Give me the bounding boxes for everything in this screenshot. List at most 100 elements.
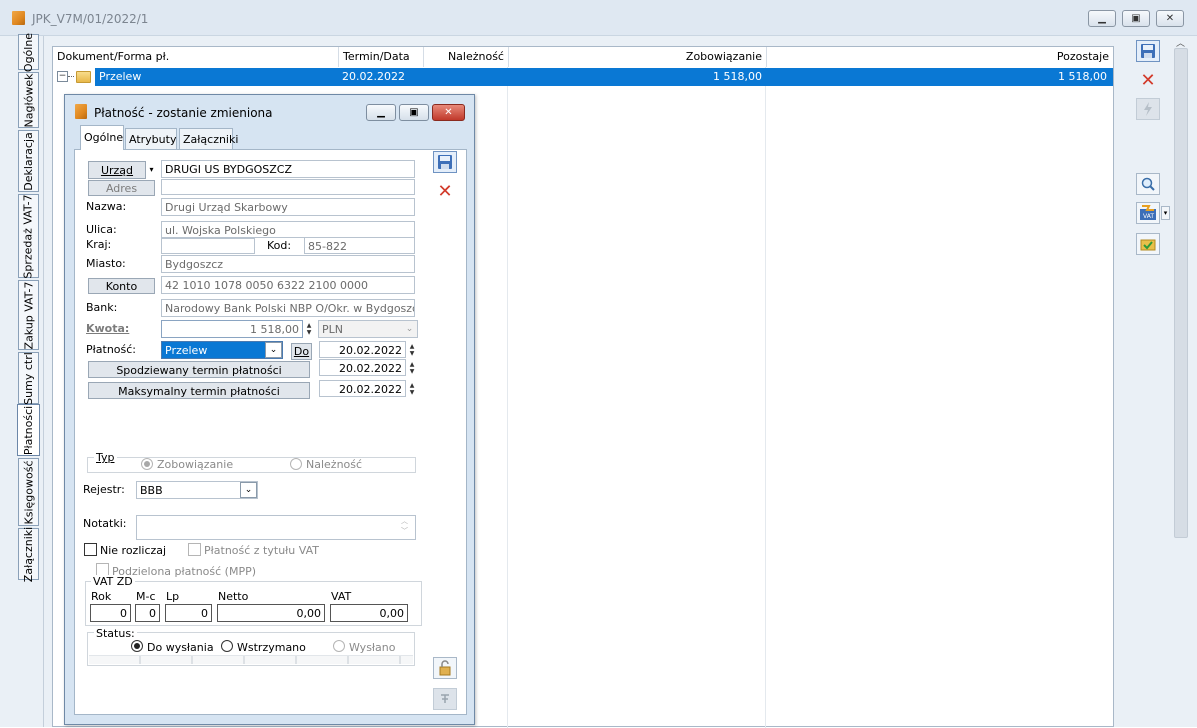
adres-button[interactable]: Adres — [88, 180, 155, 196]
status-wstrzymano-radio[interactable] — [221, 640, 233, 652]
kwota-label: Kwota: — [86, 322, 130, 335]
typ-zobowiazanie-label: Zobowiązanie — [157, 458, 234, 471]
miasto-field[interactable]: Bydgoszcz — [161, 255, 415, 273]
rejestr-dropdown-arrow[interactable]: ⌄ — [240, 482, 257, 498]
spodziewany-spinner[interactable]: ▲ ▼ — [407, 360, 417, 375]
close-button[interactable]: ✕ — [1156, 10, 1184, 27]
tab-sprzedaz-vat7[interactable]: Sprzedaż VAT-7 — [18, 194, 39, 278]
vatzd-label: VAT ZD — [91, 575, 135, 588]
expand-toggle[interactable]: − — [57, 71, 68, 82]
konto-button[interactable]: Konto — [88, 278, 155, 294]
dialog-save-icon[interactable] — [433, 151, 457, 173]
dialog-maximize-button[interactable]: ▣ — [399, 104, 429, 121]
urzad-button[interactable]: Urząd — [88, 161, 146, 179]
status-wyslano-radio[interactable] — [333, 640, 345, 652]
tab-naglowek[interactable]: Nagłówek — [18, 72, 39, 128]
adres-field[interactable] — [161, 179, 415, 195]
maksymalny-termin-field[interactable]: 20.02.2022 — [319, 380, 406, 397]
dialog-tab-ogolne[interactable]: Ogólne — [80, 125, 124, 150]
folder-icon — [76, 71, 91, 83]
nazwa-label: Nazwa: — [86, 200, 127, 213]
tab-ogolne[interactable]: Ogólne — [18, 32, 39, 72]
scroll-thumb[interactable] — [1174, 48, 1188, 538]
folder-check-icon[interactable] — [1136, 233, 1160, 255]
do-button[interactable]: Do — [291, 343, 312, 360]
dialog-document-icon — [75, 104, 87, 119]
tab-zakup-vat7[interactable]: Zakup VAT-7 — [18, 280, 39, 350]
save-icon[interactable] — [1136, 40, 1160, 62]
tab-sumy-ctrl[interactable]: Sumy ctrl — [18, 352, 39, 404]
kraj-field[interactable] — [161, 238, 255, 254]
tab-platnosci[interactable]: Płatności — [17, 404, 40, 456]
column-header-dokument[interactable]: Dokument/Forma pł. — [53, 47, 339, 67]
notatki-label: Notatki: — [83, 517, 127, 530]
vat-icon[interactable]: VAT — [1136, 202, 1160, 224]
vatzd-lp-field[interactable]: 0 — [165, 604, 212, 622]
platnosc-vat-checkbox[interactable] — [188, 543, 201, 556]
tab-deklaracja[interactable]: Deklaracja — [18, 130, 39, 192]
dialog-close-button[interactable]: ✕ — [432, 104, 465, 121]
typ-group — [87, 457, 416, 473]
vatzd-col-netto: Netto — [218, 590, 249, 603]
magnifier-icon[interactable] — [1136, 173, 1160, 195]
termin-field[interactable]: 20.02.2022 — [319, 341, 406, 358]
konto-field[interactable]: 42 1010 1078 0050 6322 2100 0000 — [161, 276, 415, 294]
table-row[interactable]: − Przelew 20.02.2022 1 518,00 1 518,00 — [53, 68, 1113, 86]
column-header-termin[interactable]: Termin/Data — [339, 47, 424, 67]
tab-zalaczniki[interactable]: Załączniki — [18, 526, 39, 582]
spodziewany-termin-button[interactable]: Spodziewany termin płatności — [88, 361, 310, 378]
urzad-field[interactable]: DRUGI US BYDGOSZCZ — [161, 160, 415, 178]
spodziewany-termin-field[interactable]: 20.02.2022 — [319, 359, 406, 376]
status-wstrzymano-label: Wstrzymano — [237, 641, 306, 654]
waluta-dropdown-arrow[interactable]: ⌄ — [402, 321, 417, 337]
notatki-scroll-arrows[interactable]: ︿ ﹀ — [401, 516, 408, 536]
maksymalny-spinner[interactable]: ▲ ▼ — [407, 381, 417, 396]
lock-icon[interactable] — [433, 657, 457, 679]
right-toolbar: ✕ VAT ▾ — [1126, 36, 1172, 727]
lightning-icon[interactable] — [1136, 98, 1160, 120]
ulica-field[interactable]: ul. Wojska Polskiego — [161, 221, 415, 238]
kwota-spinner[interactable]: ▲ ▼ — [304, 321, 314, 337]
bank-field[interactable]: Narodowy Bank Polski NBP O/Okr. w Bydgos… — [161, 299, 415, 317]
document-icon — [12, 11, 25, 25]
vatzd-netto-field[interactable]: 0,00 — [217, 604, 325, 622]
status-do-wyslania-radio[interactable] — [131, 640, 143, 652]
vatzd-vat-field[interactable]: 0,00 — [330, 604, 408, 622]
typ-naleznosc-radio[interactable] — [290, 458, 302, 470]
kod-field[interactable]: 85-822 — [304, 237, 415, 254]
column-header-pozostaje[interactable]: Pozostaje — [767, 47, 1113, 67]
vatzd-rok-field[interactable]: 0 — [90, 604, 131, 622]
pin-icon[interactable] — [433, 688, 457, 710]
column-divider — [765, 67, 766, 728]
dialog-cancel-icon[interactable]: ✕ — [435, 181, 455, 202]
platnosc-dropdown-arrow[interactable]: ⌄ — [265, 342, 282, 358]
dialog-tab-zalaczniki[interactable]: Załączniki — [179, 128, 238, 149]
maximize-button[interactable]: ▣ — [1122, 10, 1150, 27]
nazwa-field[interactable]: Drugi Urząd Skarbowy — [161, 198, 415, 216]
kod-label: Kod: — [267, 239, 292, 252]
window-title: JPK_V7M/01/2022/1 — [32, 12, 149, 26]
vatzd-mc-field[interactable]: 0 — [135, 604, 160, 622]
termin-spinner[interactable]: ▲ ▼ — [407, 342, 417, 357]
delete-icon[interactable]: ✕ — [1138, 70, 1158, 91]
miasto-label: Miasto: — [86, 257, 126, 270]
rejestr-label: Rejestr: — [83, 483, 125, 496]
dialog-minimize-button[interactable]: ▁ — [366, 104, 396, 121]
maksymalny-termin-button[interactable]: Maksymalny termin płatności — [88, 382, 310, 399]
urzad-dropdown-arrow[interactable]: ▾ — [147, 161, 156, 179]
column-header-naleznosc[interactable]: Należność — [424, 47, 509, 67]
vatzd-col-vat: VAT — [331, 590, 352, 603]
dialog-tab-atrybuty[interactable]: Atrybuty — [125, 128, 177, 149]
window-titlebar: JPK_V7M/01/2022/1 ▁ ▣ ✕ — [0, 0, 1197, 36]
dialog-title: Płatność - zostanie zmieniona — [94, 106, 273, 120]
ulica-label: Ulica: — [86, 223, 117, 236]
kwota-field[interactable]: 1 518,00 — [161, 320, 303, 338]
typ-zobowiazanie-radio[interactable] — [141, 458, 153, 470]
vatzd-col-mc: M-c — [136, 590, 156, 603]
nie-rozliczaj-checkbox[interactable] — [84, 543, 97, 556]
notatki-textarea[interactable] — [136, 515, 416, 540]
vat-dropdown-arrow[interactable]: ▾ — [1161, 206, 1170, 220]
tab-ksiegowosc[interactable]: Księgowość — [18, 458, 39, 526]
minimize-button[interactable]: ▁ — [1088, 10, 1116, 27]
column-header-zobowiazanie[interactable]: Zobowiązanie — [509, 47, 767, 67]
